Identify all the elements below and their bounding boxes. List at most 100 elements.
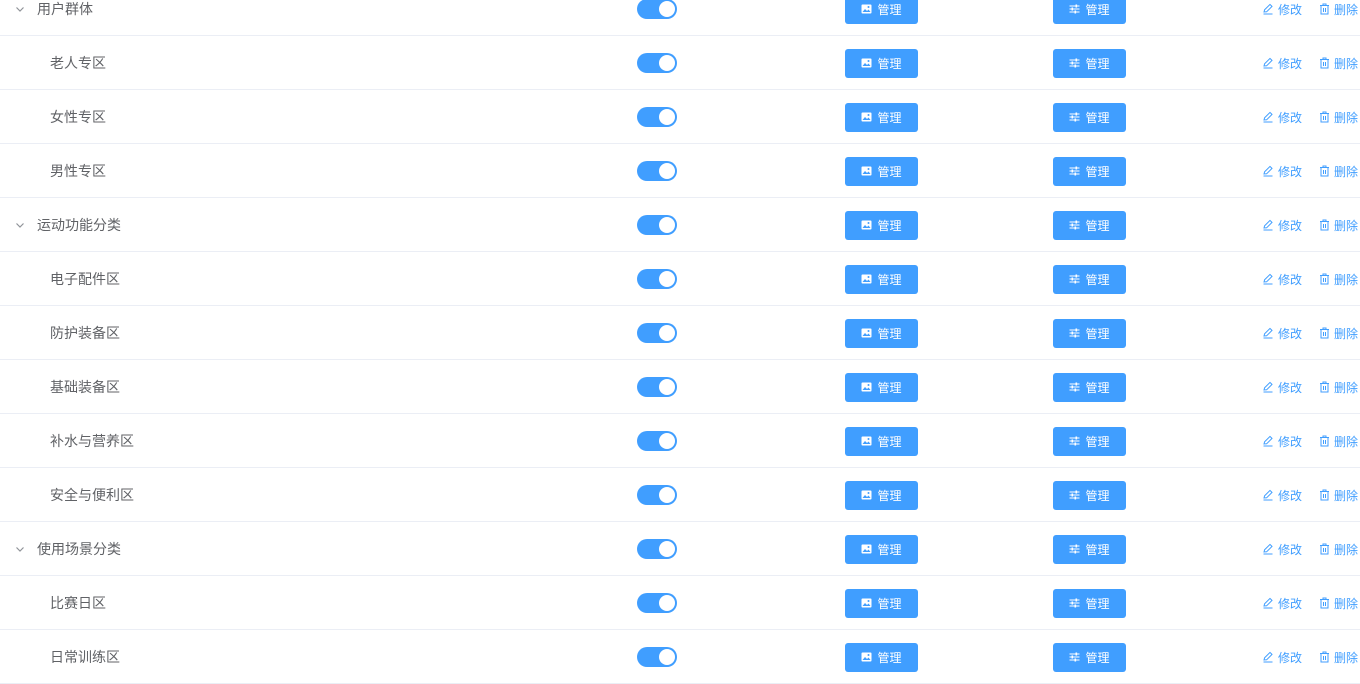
setting-manage-button[interactable]: 管理 — [1053, 534, 1126, 564]
setting-manage-button[interactable]: 管理 — [1053, 480, 1126, 510]
setting-manage-button[interactable]: 管理 — [1053, 0, 1126, 24]
delete-button[interactable]: 删除 — [1319, 1, 1358, 18]
edit-button[interactable]: 修改 — [1262, 649, 1302, 666]
setting-manage-button[interactable]: 管理 — [1053, 642, 1126, 672]
edit-button[interactable]: 修改 — [1262, 433, 1302, 450]
delete-label: 删除 — [1334, 380, 1359, 395]
table-row-parent: 使用场景分类 管理 管理 修改 删除 — [0, 522, 1360, 576]
operations-cell: 修改 删除 — [1262, 252, 1360, 306]
image-manage-button[interactable]: 管理 — [845, 588, 918, 618]
status-switch[interactable] — [637, 593, 677, 613]
delete-button[interactable]: 删除 — [1319, 595, 1358, 612]
chevron-down-icon[interactable] — [14, 219, 26, 231]
edit-button[interactable]: 修改 — [1262, 109, 1302, 126]
image-manage-button[interactable]: 管理 — [845, 480, 918, 510]
image-manage-label: 管理 — [877, 218, 902, 233]
status-switch[interactable] — [637, 215, 677, 235]
image-manage-cell: 管理 — [845, 414, 918, 468]
image-manage-button[interactable]: 管理 — [845, 426, 918, 456]
sliders-icon — [1069, 220, 1080, 230]
edit-pencil-icon — [1262, 597, 1274, 609]
image-manage-button[interactable]: 管理 — [845, 642, 918, 672]
chevron-down-icon[interactable] — [14, 3, 26, 15]
edit-label: 修改 — [1278, 326, 1303, 341]
setting-manage-label: 管理 — [1085, 380, 1110, 395]
setting-manage-button[interactable]: 管理 — [1053, 588, 1126, 618]
chevron-down-icon[interactable] — [14, 543, 26, 555]
image-manage-label: 管理 — [877, 542, 902, 557]
status-switch[interactable] — [637, 0, 677, 19]
edit-button[interactable]: 修改 — [1262, 595, 1302, 612]
image-manage-button[interactable]: 管理 — [845, 534, 918, 564]
edit-label: 修改 — [1278, 2, 1303, 17]
delete-button[interactable]: 删除 — [1319, 325, 1358, 342]
sliders-icon — [1069, 544, 1080, 554]
edit-button[interactable]: 修改 — [1262, 541, 1302, 558]
status-switch[interactable] — [637, 647, 677, 667]
edit-button[interactable]: 修改 — [1262, 487, 1302, 504]
setting-manage-button[interactable]: 管理 — [1053, 426, 1126, 456]
setting-manage-button[interactable]: 管理 — [1053, 264, 1126, 294]
status-switch[interactable] — [637, 53, 677, 73]
name-cell: 女性专区 — [0, 90, 600, 144]
image-manage-button[interactable]: 管理 — [845, 264, 918, 294]
setting-manage-button[interactable]: 管理 — [1053, 210, 1126, 240]
status-switch[interactable] — [637, 539, 677, 559]
operations-cell: 修改 删除 — [1262, 198, 1360, 252]
picture-icon — [861, 544, 872, 554]
delete-button[interactable]: 删除 — [1319, 649, 1358, 666]
sliders-icon — [1069, 652, 1080, 662]
delete-button[interactable]: 删除 — [1319, 109, 1358, 126]
setting-manage-label: 管理 — [1085, 218, 1110, 233]
setting-manage-button[interactable]: 管理 — [1053, 48, 1126, 78]
setting-manage-button[interactable]: 管理 — [1053, 372, 1126, 402]
status-switch[interactable] — [637, 107, 677, 127]
image-manage-button[interactable]: 管理 — [845, 48, 918, 78]
image-manage-button[interactable]: 管理 — [845, 372, 918, 402]
setting-manage-cell: 管理 — [1053, 0, 1126, 36]
delete-label: 删除 — [1334, 218, 1359, 233]
delete-label: 删除 — [1334, 110, 1359, 125]
edit-button[interactable]: 修改 — [1262, 217, 1302, 234]
edit-button[interactable]: 修改 — [1262, 1, 1302, 18]
status-switch[interactable] — [637, 269, 677, 289]
delete-button[interactable]: 删除 — [1319, 379, 1358, 396]
delete-button[interactable]: 删除 — [1319, 217, 1358, 234]
edit-label: 修改 — [1278, 164, 1303, 179]
setting-manage-button[interactable]: 管理 — [1053, 156, 1126, 186]
sliders-icon — [1069, 274, 1080, 284]
status-switch[interactable] — [637, 377, 677, 397]
edit-button[interactable]: 修改 — [1262, 325, 1302, 342]
trash-icon — [1319, 597, 1330, 609]
delete-button[interactable]: 删除 — [1319, 433, 1358, 450]
status-switch[interactable] — [637, 323, 677, 343]
edit-button[interactable]: 修改 — [1262, 271, 1302, 288]
delete-button[interactable]: 删除 — [1319, 487, 1358, 504]
image-manage-button[interactable]: 管理 — [845, 102, 918, 132]
image-manage-button[interactable]: 管理 — [845, 318, 918, 348]
setting-manage-button[interactable]: 管理 — [1053, 102, 1126, 132]
image-manage-button[interactable]: 管理 — [845, 156, 918, 186]
picture-icon — [861, 220, 872, 230]
edit-button[interactable]: 修改 — [1262, 163, 1302, 180]
setting-manage-label: 管理 — [1085, 542, 1110, 557]
status-cell — [637, 144, 677, 198]
status-cell — [637, 630, 677, 684]
status-switch[interactable] — [637, 485, 677, 505]
table-row: 比赛日区 管理 管理 修改 删除 — [0, 576, 1360, 630]
setting-manage-cell: 管理 — [1053, 360, 1126, 414]
delete-button[interactable]: 删除 — [1319, 163, 1358, 180]
setting-manage-button[interactable]: 管理 — [1053, 318, 1126, 348]
status-switch[interactable] — [637, 431, 677, 451]
delete-button[interactable]: 删除 — [1319, 55, 1358, 72]
image-manage-button[interactable]: 管理 — [845, 0, 918, 24]
delete-button[interactable]: 删除 — [1319, 541, 1358, 558]
edit-button[interactable]: 修改 — [1262, 55, 1302, 72]
name-cell: 运动功能分类 — [0, 198, 600, 252]
edit-button[interactable]: 修改 — [1262, 379, 1302, 396]
edit-label: 修改 — [1278, 272, 1303, 287]
image-manage-button[interactable]: 管理 — [845, 210, 918, 240]
operations-cell: 修改 删除 — [1262, 576, 1360, 630]
status-switch[interactable] — [637, 161, 677, 181]
delete-button[interactable]: 删除 — [1319, 271, 1358, 288]
